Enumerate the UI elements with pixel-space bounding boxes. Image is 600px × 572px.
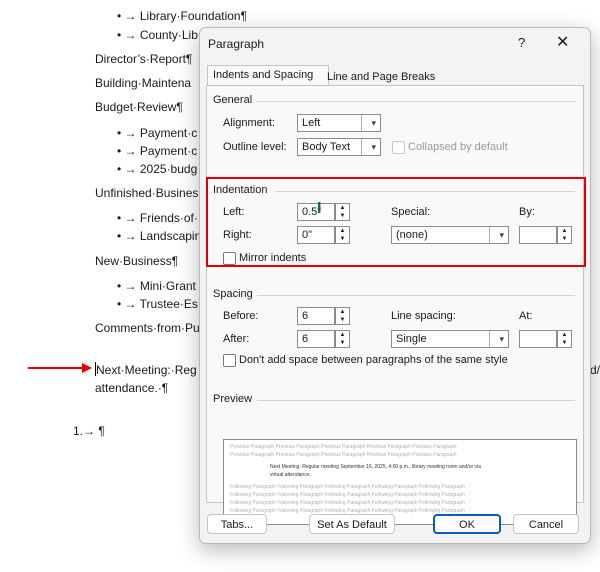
preview-text: Following Paragraph Following Paragraph … xyxy=(230,484,465,490)
chevron-down-icon: ▾ xyxy=(499,334,504,344)
outline-level-label: Outline level: xyxy=(223,141,287,153)
chevron-down-icon[interactable]: ▼ xyxy=(336,316,349,324)
doc-line: Director’s·Report¶ xyxy=(95,52,193,66)
divider xyxy=(361,139,362,155)
set-as-default-button[interactable]: Set As Default xyxy=(309,514,395,534)
alignment-value: Left xyxy=(302,117,321,129)
at-stepper[interactable]: ▲ ▼ xyxy=(557,330,572,348)
preview-text: Following Paragraph Following Paragraph … xyxy=(230,500,465,506)
doc-line: • → Friends·of· xyxy=(117,211,198,225)
indentation-highlight-box xyxy=(206,177,586,267)
line-spacing-value: Single xyxy=(396,333,427,345)
divider xyxy=(361,115,362,131)
doc-line: • → Landscapin xyxy=(117,229,202,243)
doc-line: • → Mini·Grant xyxy=(117,279,196,293)
doc-line: Comments·from·Pu xyxy=(95,321,200,335)
at-label: At: xyxy=(519,310,533,322)
chevron-up-icon[interactable]: ▲ xyxy=(336,308,349,316)
outline-level-dropdown[interactable]: Body Text ▾ xyxy=(297,138,381,156)
chevron-up-icon[interactable]: ▲ xyxy=(336,331,349,339)
tab-label: Line and Page Breaks xyxy=(327,71,436,83)
general-heading: General xyxy=(213,94,253,106)
preview-text: Previous Paragraph Previous Paragraph Pr… xyxy=(230,444,457,450)
doc-line: New·Business¶ xyxy=(95,254,179,268)
tab-line-and-page-breaks[interactable]: Line and Page Breaks xyxy=(322,68,440,86)
cancel-button[interactable]: Cancel xyxy=(513,514,579,534)
before-input[interactable]: 6 xyxy=(297,307,335,325)
after-label: After: xyxy=(223,333,250,345)
doc-line: • → Payment·c xyxy=(117,144,198,158)
tab-label: Indents and Spacing xyxy=(213,69,314,81)
collapsed-by-default-label: Collapsed by default xyxy=(408,141,508,153)
collapsed-by-default-checkbox[interactable] xyxy=(392,141,405,154)
doc-line: Unfinished·Busines xyxy=(95,186,199,200)
dont-add-space-checkbox[interactable] xyxy=(223,354,236,367)
before-label: Before: xyxy=(223,310,259,322)
text-cursor xyxy=(95,362,96,376)
preview-heading: Preview xyxy=(213,393,253,405)
divider xyxy=(257,101,575,102)
spacing-heading: Spacing xyxy=(213,288,253,300)
doc-line: Budget·Review¶ xyxy=(95,100,183,114)
chevron-up-icon[interactable]: ▲ xyxy=(558,331,571,339)
paragraph-dialog: Paragraph ? ✕ Indents and Spacing Line a… xyxy=(199,27,591,544)
doc-line: Building·Maintena xyxy=(95,76,192,90)
doc-line: • → Payment·c xyxy=(117,126,198,140)
alignment-dropdown[interactable]: Left ▾ xyxy=(297,114,381,132)
preview-sample-text: virtual attendance. xyxy=(270,472,311,478)
help-button[interactable]: ? xyxy=(518,35,525,50)
outline-level-value: Body Text xyxy=(302,141,351,153)
doc-line: • → Trustee·Es xyxy=(117,297,198,311)
red-arrow-icon xyxy=(28,363,92,373)
dialog-title: Paragraph xyxy=(208,37,265,51)
chevron-down-icon: ▾ xyxy=(371,142,376,152)
after-stepper[interactable]: ▲ ▼ xyxy=(335,330,350,348)
doc-line: • → County·Lib xyxy=(117,28,198,42)
divider xyxy=(257,400,575,401)
at-input[interactable] xyxy=(519,330,557,348)
divider xyxy=(489,331,490,347)
ok-button[interactable]: OK xyxy=(433,514,501,534)
divider xyxy=(257,295,575,296)
tab-panel: General Alignment: Left ▾ Outline level:… xyxy=(206,85,584,525)
chevron-down-icon: ▾ xyxy=(371,118,376,128)
line-spacing-dropdown[interactable]: Single ▾ xyxy=(391,330,509,348)
dont-add-space-label: Don't add space between paragraphs of th… xyxy=(239,354,508,366)
doc-line-list-number: 1.→ ¶ xyxy=(73,424,105,438)
chevron-down-icon[interactable]: ▼ xyxy=(558,339,571,347)
preview-pane: Previous Paragraph Previous Paragraph Pr… xyxy=(223,439,577,525)
chevron-down-icon[interactable]: ▼ xyxy=(336,339,349,347)
preview-text: Previous Paragraph Previous Paragraph Pr… xyxy=(230,452,457,458)
close-icon[interactable]: ✕ xyxy=(556,32,569,52)
tabs-button[interactable]: Tabs... xyxy=(207,514,267,534)
doc-line: • → 2025·budg xyxy=(117,162,198,176)
doc-line: attendance.·¶ xyxy=(95,381,169,395)
preview-sample-text: Next Meeting: Regular meeting September … xyxy=(270,464,481,470)
doc-line: • → Library·Foundation¶ xyxy=(117,9,248,23)
preview-text: Following Paragraph Following Paragraph … xyxy=(230,492,465,498)
doc-line-fragment: d/ xyxy=(590,363,600,377)
before-stepper[interactable]: ▲ ▼ xyxy=(335,307,350,325)
after-input[interactable]: 6 xyxy=(297,330,335,348)
doc-line-next-meeting[interactable]: Next·Meeting:·Reg xyxy=(96,363,197,377)
line-spacing-label: Line spacing: xyxy=(391,310,456,322)
alignment-label: Alignment: xyxy=(223,117,275,129)
